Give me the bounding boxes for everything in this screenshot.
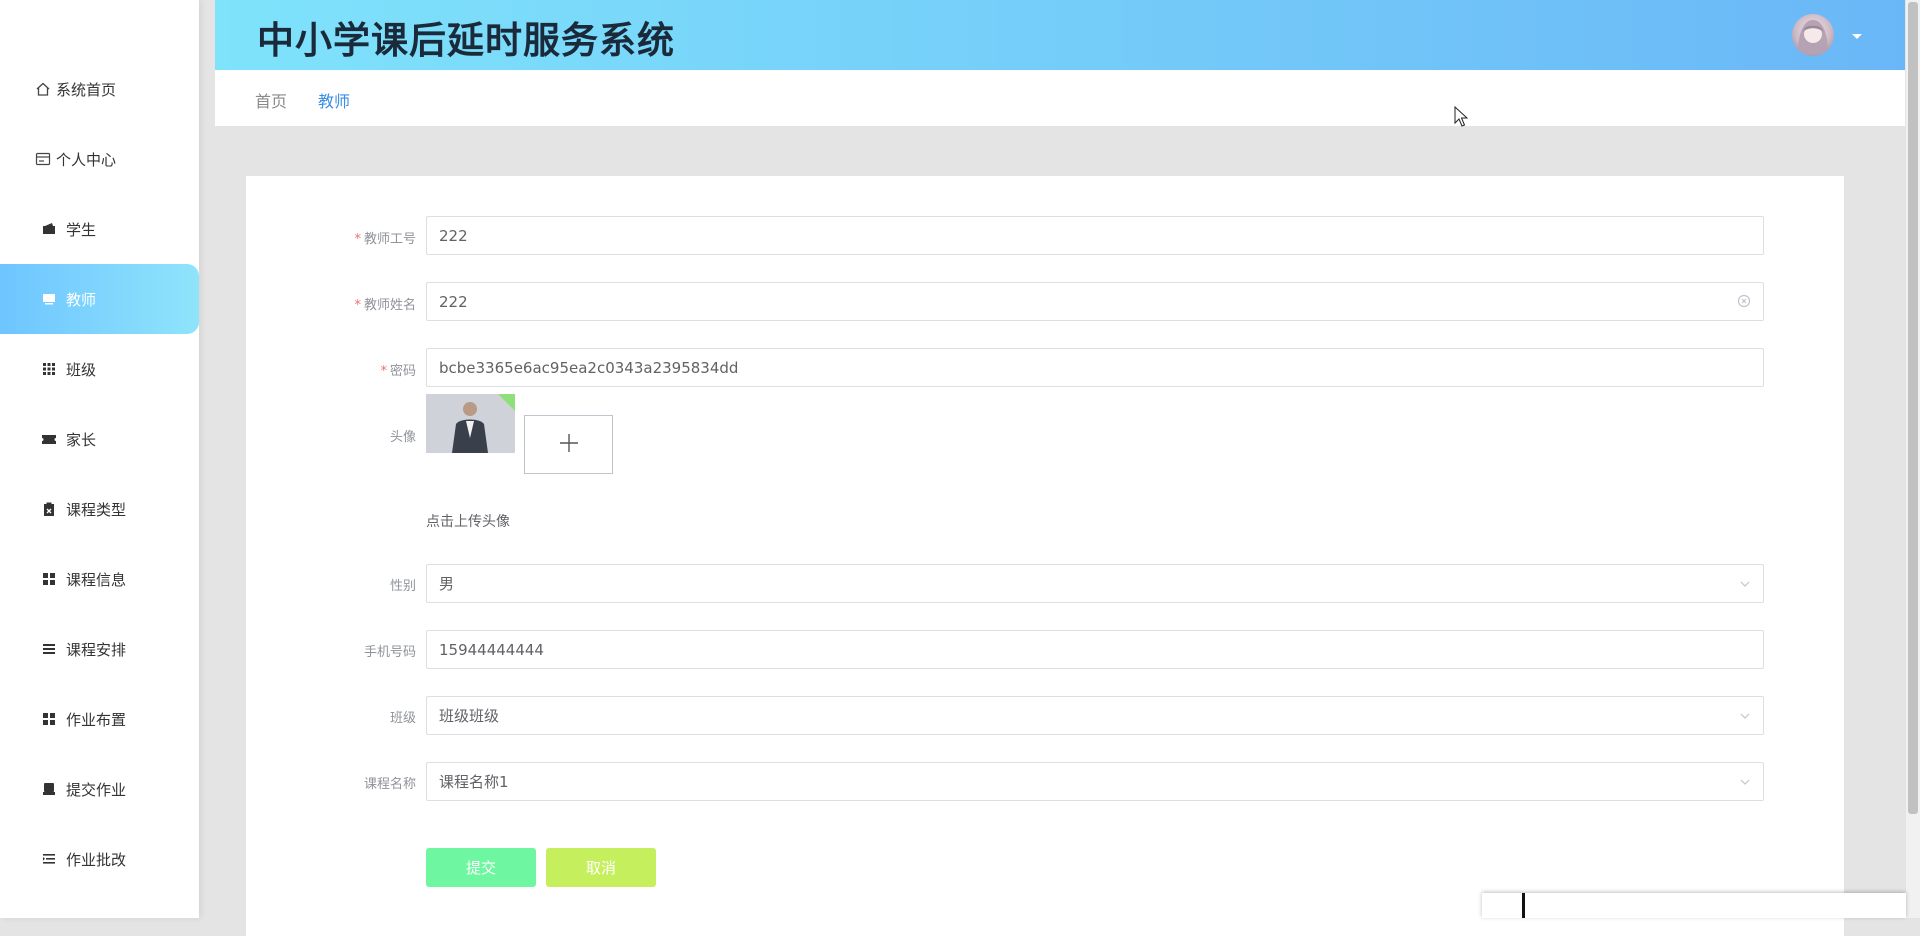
- chevron-down-icon: [1739, 708, 1751, 726]
- sidebar-item-grade-homework[interactable]: 作业批改: [0, 824, 199, 894]
- avatar-preview-image[interactable]: [426, 394, 515, 453]
- teacher-name-input[interactable]: 222: [426, 282, 1764, 321]
- sidebar-item-course-schedule[interactable]: 课程安排: [0, 614, 199, 684]
- sidebar-item-students[interactable]: 学生: [0, 194, 199, 264]
- chevron-down-icon: [1739, 576, 1751, 594]
- chevron-down-icon: [1739, 774, 1751, 792]
- sidebar-item-label: 课程安排: [66, 640, 127, 659]
- home-icon: [32, 78, 54, 100]
- sidebar: 系统首页 个人中心 学生 教师 班级 家长 课程类型 课程信息 课程安排 作业布…: [0, 0, 199, 918]
- teacher-form-card: * 教师工号 222 * 教师姓名 222 * 密码 bcbe3365e6ac95ea…: [246, 176, 1844, 936]
- class-select[interactable]: 班级班级: [426, 696, 1764, 735]
- sidebar-item-label: 家长: [66, 430, 97, 449]
- user-avatar[interactable]: [1792, 14, 1834, 56]
- class-label: 班级: [389, 711, 416, 726]
- teacher-name-label: * 教师姓名: [354, 298, 416, 313]
- sidebar-item-label: 学生: [66, 220, 97, 239]
- text-caret: [1522, 893, 1525, 918]
- breadcrumb: 首页 教师: [215, 70, 1905, 126]
- sidebar-item-course-types[interactable]: 课程类型: [0, 474, 199, 544]
- password-label: * 密码: [380, 364, 416, 379]
- sidebar-item-home[interactable]: 系统首页: [0, 54, 199, 124]
- cancel-button[interactable]: 取消: [546, 848, 656, 887]
- scrollbar-thumb[interactable]: [1908, 2, 1918, 814]
- breadcrumb-home[interactable]: 首页: [255, 88, 287, 112]
- apps-icon: [38, 708, 60, 730]
- printer-icon: [38, 778, 60, 800]
- sidebar-item-teachers[interactable]: 教师: [0, 264, 199, 334]
- gender-select[interactable]: 男: [426, 564, 1764, 603]
- monitor-icon: [38, 288, 60, 310]
- course-name-label: 课程名称: [363, 777, 416, 792]
- sidebar-item-label: 班级: [66, 360, 97, 379]
- top-header: 中小学课后延时服务系统: [215, 0, 1905, 70]
- avatar-label: 头像: [389, 430, 416, 445]
- wallet-icon: [38, 218, 60, 240]
- clear-icon[interactable]: [1737, 294, 1751, 312]
- teacher-id-label: * 教师工号: [354, 232, 416, 247]
- required-mark: *: [354, 232, 361, 247]
- avatar-upload-button[interactable]: [524, 415, 613, 474]
- mouse-cursor-icon: [1454, 105, 1469, 132]
- user-card-icon: [32, 148, 54, 170]
- breadcrumb-current: 教师: [318, 92, 351, 111]
- sidebar-item-parents[interactable]: 家长: [0, 404, 199, 474]
- indent-list-icon: [38, 848, 60, 870]
- course-name-select[interactable]: 课程名称1: [426, 762, 1764, 801]
- grid-icon: [38, 358, 60, 380]
- gender-label: 性别: [389, 579, 416, 594]
- password-input[interactable]: bcbe3365e6ac95ea2c0343a2395834dd: [426, 348, 1764, 387]
- plus-icon: [558, 432, 580, 458]
- sidebar-item-label: 个人中心: [56, 150, 117, 169]
- sidebar-item-label: 作业布置: [66, 710, 127, 729]
- app-title: 中小学课后延时服务系统: [257, 19, 675, 62]
- bottom-overlay-panel: [1482, 893, 1906, 918]
- sidebar-item-label: 作业批改: [66, 850, 127, 869]
- ticket-icon: [38, 428, 60, 450]
- apps-icon: [38, 568, 60, 590]
- required-mark: *: [354, 298, 361, 313]
- phone-input[interactable]: 15944444444: [426, 630, 1764, 669]
- avatar-upload-tip: 点击上传头像: [426, 514, 510, 530]
- sidebar-item-label: 课程信息: [66, 570, 127, 589]
- required-mark: *: [380, 364, 387, 379]
- sidebar-item-label: 提交作业: [66, 780, 127, 799]
- clipboard-icon: [38, 498, 60, 520]
- sidebar-item-personal-center[interactable]: 个人中心: [0, 124, 199, 194]
- caret-down-icon[interactable]: [1851, 26, 1863, 45]
- sidebar-item-label: 系统首页: [56, 80, 117, 99]
- page-scrollbar[interactable]: [1906, 0, 1920, 918]
- sidebar-item-label: 教师: [66, 290, 97, 309]
- sidebar-item-label: 课程类型: [66, 500, 127, 519]
- sidebar-item-assign-homework[interactable]: 作业布置: [0, 684, 199, 754]
- teacher-id-input[interactable]: 222: [426, 216, 1764, 255]
- phone-label: 手机号码: [363, 645, 416, 660]
- sidebar-item-submit-homework[interactable]: 提交作业: [0, 754, 199, 824]
- submit-button[interactable]: 提交: [426, 848, 536, 887]
- sidebar-item-course-info[interactable]: 课程信息: [0, 544, 199, 614]
- sidebar-item-classes[interactable]: 班级: [0, 334, 199, 404]
- list-icon: [38, 638, 60, 660]
